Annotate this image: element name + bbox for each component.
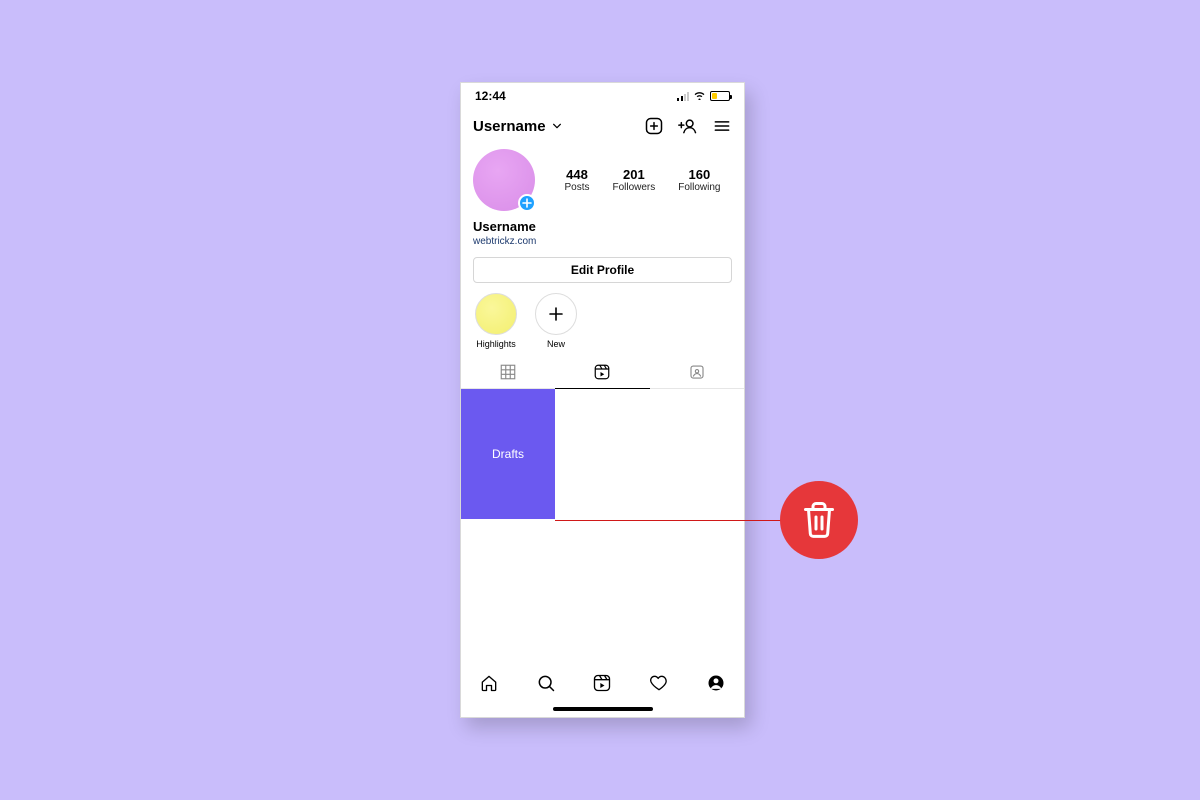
grid-icon: [499, 363, 517, 381]
bottom-nav: [461, 663, 744, 707]
following-count: 160: [678, 167, 720, 182]
status-icons: [677, 89, 730, 103]
display-name: Username: [461, 215, 744, 234]
posts-label: Posts: [564, 182, 589, 193]
stat-following[interactable]: 160 Following: [678, 167, 720, 193]
highlights-row: Highlights New: [461, 293, 744, 355]
followers-label: Followers: [612, 182, 655, 193]
wifi-icon: [693, 89, 706, 103]
nav-reels[interactable]: [592, 673, 612, 698]
followers-count: 201: [612, 167, 655, 182]
create-post-button[interactable]: [644, 116, 664, 136]
home-indicator: [553, 707, 653, 711]
discover-people-button[interactable]: [678, 116, 698, 136]
tagged-icon: [688, 363, 706, 381]
chevron-down-icon: [552, 121, 562, 131]
posts-count: 448: [564, 167, 589, 182]
phone-frame: 12:44 Username: [460, 82, 745, 718]
status-bar: 12:44: [461, 83, 744, 109]
edit-profile-button[interactable]: Edit Profile: [473, 257, 732, 283]
reels-icon: [593, 363, 611, 381]
nav-search[interactable]: [536, 673, 556, 698]
drafts-tile[interactable]: Drafts: [461, 389, 555, 519]
trash-icon: [801, 499, 837, 541]
nav-home[interactable]: [479, 673, 499, 698]
stat-posts[interactable]: 448 Posts: [564, 167, 589, 193]
nav-activity[interactable]: [649, 673, 669, 698]
reels-nav-icon: [592, 673, 612, 693]
profile-tabs: [461, 355, 744, 389]
heart-icon: [649, 673, 669, 693]
plus-icon: [548, 306, 564, 322]
highlight-new-circle: [535, 293, 577, 335]
annotation-connector: [555, 520, 805, 521]
profile-summary-row: 448 Posts 201 Followers 160 Following: [461, 143, 744, 215]
highlight-item[interactable]: Highlights: [475, 293, 517, 349]
stat-followers[interactable]: 201 Followers: [612, 167, 655, 193]
delete-annotation-badge: [780, 481, 858, 559]
profile-header: Username: [461, 109, 744, 143]
add-story-plus-icon[interactable]: [518, 194, 536, 212]
following-label: Following: [678, 182, 720, 193]
nav-profile[interactable]: [706, 673, 726, 698]
tab-tagged[interactable]: [650, 355, 744, 388]
highlight-thumbnail: [475, 293, 517, 335]
tab-grid[interactable]: [461, 355, 555, 388]
tab-reels[interactable]: [555, 355, 649, 388]
header-username: Username: [473, 118, 546, 135]
status-time: 12:44: [475, 89, 506, 103]
battery-icon: [710, 91, 730, 101]
highlight-new-label: New: [535, 339, 577, 349]
profile-icon: [706, 673, 726, 693]
search-icon: [536, 673, 556, 693]
avatar[interactable]: [473, 149, 535, 211]
content-area: Drafts: [461, 389, 744, 663]
hamburger-menu-button[interactable]: [712, 116, 732, 136]
highlight-new[interactable]: New: [535, 293, 577, 349]
home-icon: [479, 673, 499, 693]
username-dropdown[interactable]: Username: [473, 118, 562, 135]
highlight-label: Highlights: [475, 339, 517, 349]
cellular-signal-icon: [677, 91, 689, 101]
bio-link[interactable]: webtrickz.com: [461, 234, 744, 249]
drafts-label: Drafts: [492, 447, 524, 461]
